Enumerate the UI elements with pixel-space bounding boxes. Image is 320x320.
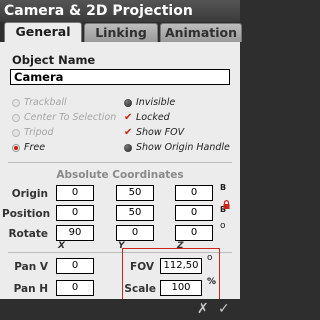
origin-y-field[interactable]: 50 — [116, 185, 154, 201]
bottom-bar: ✗ ✓ — [0, 299, 240, 320]
position-x-field[interactable]: 0 — [56, 205, 94, 221]
rotate-label: Rotate — [8, 228, 48, 240]
rotate-x-field[interactable]: 90 — [56, 225, 94, 241]
rotate-degree-unit: o — [220, 221, 226, 231]
axis-x-label: X — [58, 241, 65, 251]
cancel-button[interactable]: ✗ — [197, 301, 209, 317]
locked-checkbox[interactable]: ✔ Locked — [124, 112, 170, 123]
pan-h-label: Pan H — [13, 283, 48, 295]
fov-scale-highlight — [122, 248, 220, 300]
tab-linking[interactable]: Linking — [84, 23, 158, 42]
locked-label: Locked — [136, 112, 170, 123]
invisible-checkbox[interactable]: Invisible — [124, 97, 175, 108]
radio-icon — [12, 98, 20, 107]
bullet-icon — [124, 143, 132, 152]
free-radio[interactable]: Free — [12, 142, 45, 153]
show-fov-label: Show FOV — [136, 127, 185, 138]
radio-icon — [12, 113, 20, 122]
free-label: Free — [24, 142, 46, 153]
pan-v-label: Pan V — [14, 261, 48, 273]
show-origin-handle-label: Show Origin Handle — [136, 142, 230, 153]
lock-icon — [223, 200, 230, 209]
show-fov-checkbox[interactable]: ✔ Show FOV — [124, 127, 184, 138]
radio-selected-icon — [12, 143, 20, 152]
window-title: Camera & 2D Projection — [0, 0, 240, 22]
position-z-field[interactable]: 0 — [175, 205, 213, 221]
object-name-field[interactable]: Camera — [10, 69, 230, 85]
divider — [8, 162, 232, 163]
tripod-radio[interactable]: Tripod — [12, 127, 53, 138]
checkmark-icon: ✔ — [124, 111, 133, 123]
origin-x-field[interactable]: 0 — [56, 185, 94, 201]
object-name-label: Object Name — [12, 53, 96, 67]
ok-button[interactable]: ✓ — [218, 301, 230, 317]
position-y-field[interactable]: 50 — [116, 205, 154, 221]
origin-unit: B — [220, 183, 227, 192]
absolute-coordinates-title: Absolute Coordinates — [56, 169, 184, 181]
trackball-label: Trackball — [24, 97, 67, 108]
tab-bar: General Linking Animation — [0, 22, 242, 42]
trackball-radio[interactable]: Trackball — [12, 97, 67, 108]
checkmark-icon: ✔ — [124, 126, 133, 138]
invisible-label: Invisible — [136, 97, 176, 108]
rotate-z-field[interactable]: 0 — [175, 225, 213, 241]
center-to-selection-label: Center To Selection — [24, 112, 117, 123]
center-to-selection-radio[interactable]: Center To Selection — [12, 112, 116, 123]
show-origin-handle-checkbox[interactable]: Show Origin Handle — [124, 142, 230, 153]
tab-general[interactable]: General — [4, 22, 82, 42]
origin-z-field[interactable]: 0 — [175, 185, 213, 201]
position-label: Position — [2, 208, 51, 220]
origin-label: Origin — [11, 188, 48, 200]
pan-h-field[interactable]: 0 — [56, 280, 94, 296]
radio-icon — [12, 128, 20, 137]
rotate-y-field[interactable]: 0 — [116, 225, 154, 241]
bullet-icon — [124, 98, 132, 107]
tab-animation[interactable]: Animation — [160, 23, 242, 42]
tripod-label: Tripod — [24, 127, 54, 138]
pan-v-field[interactable]: 0 — [56, 258, 94, 274]
